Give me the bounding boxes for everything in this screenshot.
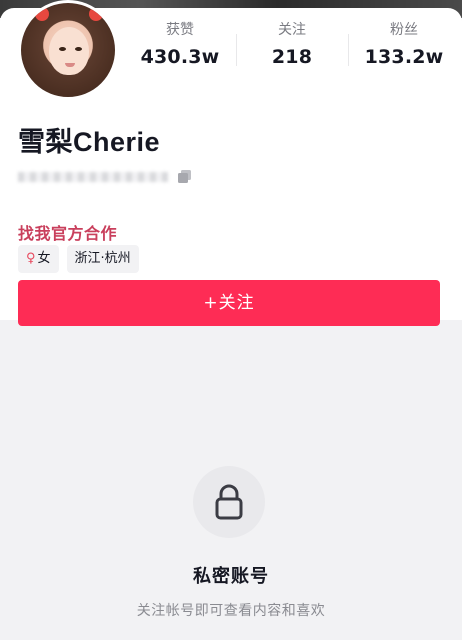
private-lock-badge (193, 466, 265, 538)
avatar-face (49, 27, 89, 75)
profile-name: 雪梨Cherie (18, 127, 161, 157)
avatar-ear-left (35, 7, 49, 21)
lock-icon (215, 484, 243, 520)
avatar-eye-right (75, 47, 82, 51)
female-icon: ♀ (26, 251, 36, 266)
stat-followers-label: 粉丝 (390, 22, 418, 38)
stat-followers-value: 133.2w (364, 46, 444, 68)
stat-likes[interactable]: 获赞 430.3w (124, 20, 236, 74)
stat-likes-value: 430.3w (140, 46, 220, 68)
stat-following[interactable]: 关注 218 (236, 20, 348, 74)
profile-card: 获赞 430.3w 关注 218 粉丝 133.2w 雪梨Cherie 找我官方… (0, 0, 462, 326)
follow-button[interactable]: +关注 (18, 280, 440, 326)
official-cooperation-link[interactable]: 找我官方合作 (18, 220, 117, 244)
stat-following-value: 218 (271, 46, 313, 68)
gender-tag: ♀ 女 (18, 245, 59, 273)
stat-likes-label: 获赞 (166, 22, 194, 38)
avatar-eye-left (59, 47, 66, 51)
profile-tags: ♀ 女 浙江·杭州 (18, 245, 147, 273)
gender-label: 女 (37, 251, 51, 266)
stats-row: 获赞 430.3w 关注 218 粉丝 133.2w (124, 20, 462, 80)
stat-following-label: 关注 (278, 22, 306, 38)
stat-followers[interactable]: 粉丝 133.2w (348, 20, 460, 74)
copy-icon[interactable] (176, 168, 194, 186)
avatar[interactable] (18, 0, 118, 100)
account-id-row (18, 166, 218, 188)
account-id-blurred (18, 172, 168, 182)
private-account-subtitle: 关注帐号即可查看内容和喜欢 (136, 603, 326, 619)
location-tag: 浙江·杭州 (66, 245, 139, 273)
avatar-ear-right (89, 7, 103, 21)
private-account-title: 私密账号 (193, 566, 269, 587)
